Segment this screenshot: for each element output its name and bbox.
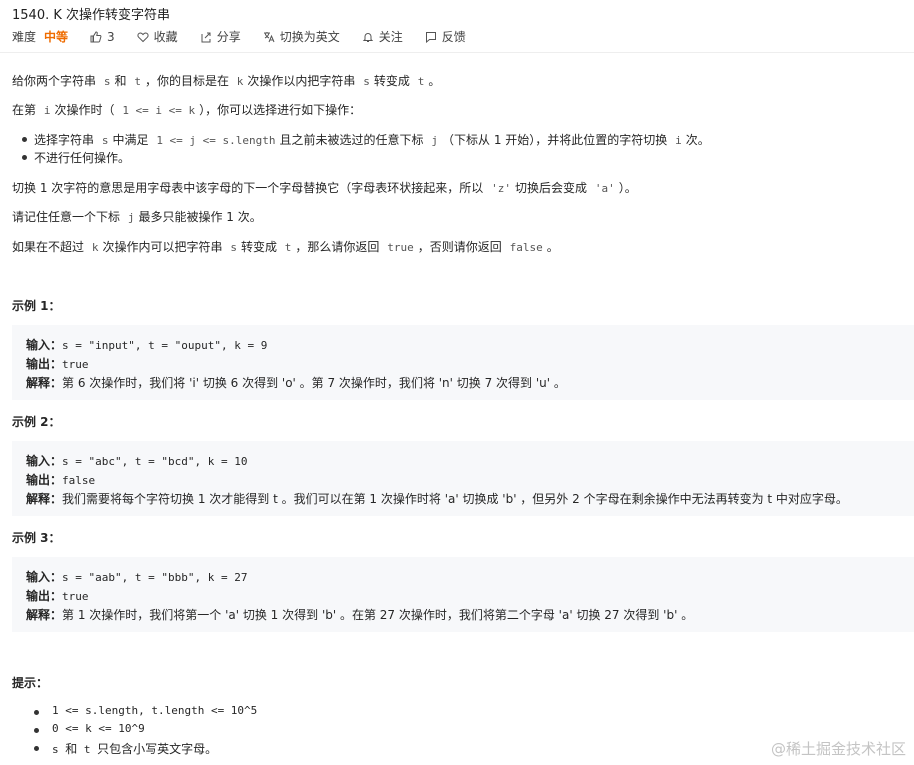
desc-bullet-2: 不进行任何操作。 — [21, 151, 131, 165]
desc-paragraph-2: 在第 i 次操作时（ 1 <= i <= k ），你可以选择进行如下操作： — [12, 103, 362, 117]
follow-button[interactable]: 关注 — [362, 28, 403, 45]
desc-paragraph-3: 切换 1 次字符的意思是用字母表中该字母的下一个字母替换它（字母表环状接起来，所… — [12, 181, 637, 195]
hint-item-3: s 和 t 只包含小写英文字母。 — [33, 742, 218, 756]
header-divider — [0, 52, 914, 53]
hints-heading: 提示： — [12, 676, 49, 690]
switch-language-label: 切换为英文 — [279, 30, 340, 44]
example-1-block: 输入：s = "input", t = "ouput", k = 9 输出：tr… — [12, 325, 914, 400]
example-1-heading: 示例 1： — [12, 299, 61, 313]
thumbs-up-icon — [90, 30, 102, 42]
difficulty-label: 难度 — [12, 30, 37, 44]
example-3-block: 输入：s = "aab", t = "bbb", k = 27 输出：true … — [12, 557, 914, 632]
switch-language-button[interactable]: 切换为英文 — [263, 28, 340, 45]
example-2-block: 输入：s = "abc", t = "bcd", k = 10 输出：false… — [12, 441, 914, 516]
follow-label: 关注 — [378, 30, 403, 44]
feedback-label: 反馈 — [441, 30, 466, 44]
favorite-button[interactable]: 收藏 — [137, 28, 178, 45]
desc-bullet-1: 选择字符串 s 中满足 1 <= j <= s.length 且之前未被选过的任意下… — [22, 133, 710, 147]
share-label: 分享 — [216, 30, 241, 44]
feedback-button[interactable]: 反馈 — [425, 28, 466, 45]
watermark: @稀土掘金技术社区 — [770, 740, 906, 758]
hint-item-2: 0 <= k <= 10^9 — [34, 722, 145, 735]
like-button[interactable]: 3 — [90, 30, 115, 44]
desc-paragraph-1: 给你两个字符串 s和 t ，你的目标是在 k 次操作以内把字符串 s 转变成 t。 — [12, 74, 441, 88]
translate-icon — [263, 31, 275, 42]
bell-icon — [362, 32, 373, 42]
desc-paragraph-4: 请记住任意一个下标 j 最多只能被操作 1 次。 — [12, 210, 262, 224]
example-3-heading: 示例 3： — [12, 531, 61, 545]
desc-paragraph-5: 如果在不超过 k 次操作内可以把字符串 s 转变成 t ，那么请你返回 true ，否则… — [12, 240, 559, 254]
difficulty-badge: 中等 — [44, 30, 69, 44]
favorite-label: 收藏 — [153, 30, 178, 44]
share-icon — [201, 32, 211, 42]
heart-icon — [137, 32, 149, 42]
problem-title: 1540. K 次操作转变字符串 — [12, 8, 171, 23]
share-button[interactable]: 分享 — [200, 28, 241, 45]
like-count: 3 — [107, 29, 115, 44]
feedback-icon — [425, 31, 436, 43]
hint-item-1: 1 <= s.length, t.length <= 10^5 — [33, 704, 258, 717]
example-2-heading: 示例 2： — [12, 415, 61, 429]
problem-meta-bar: 难度 中等 3 收藏 分享 切换为英文 关注 反馈 — [12, 28, 488, 45]
